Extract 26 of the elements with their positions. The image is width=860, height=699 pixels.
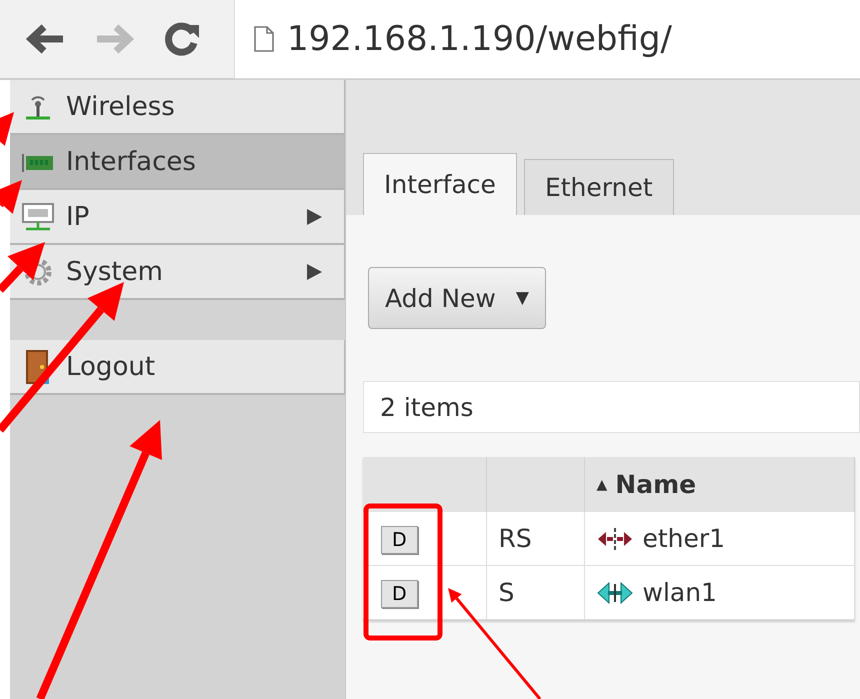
tab[interactable]: Interface [363, 153, 517, 215]
wireless-link-icon [596, 580, 632, 604]
add-new-button[interactable]: Add New ▼ [368, 267, 546, 329]
table-cell: wlan1 [642, 578, 717, 607]
page-icon [253, 24, 275, 52]
url-text: 192.168.1.190/webfig/ [287, 18, 672, 58]
monitor-icon [20, 202, 56, 232]
table-cell: ether1 [642, 524, 726, 553]
disable-button[interactable]: D [381, 526, 418, 554]
menu-item[interactable]: Logout [10, 340, 345, 395]
item-count: 2 items [363, 381, 860, 433]
menu-item[interactable]: Wireless [10, 80, 345, 135]
menu-item[interactable]: Interfaces [10, 135, 345, 190]
annotation-arrow [0, 112, 14, 146]
column-label: Name [615, 470, 696, 499]
menu-item[interactable]: System [10, 245, 345, 300]
table-cell: S [486, 566, 584, 620]
disable-button[interactable]: D [381, 580, 418, 608]
address-bar[interactable]: 192.168.1.190/webfig/ [234, 0, 860, 79]
annotation-arrow [0, 180, 22, 214]
tab[interactable]: Ethernet [524, 159, 674, 215]
table-cell: RS [486, 512, 584, 566]
sort-indicator: ▲ [596, 476, 608, 492]
column-header[interactable]: ▲ Name [584, 457, 854, 512]
menu-item[interactable]: IP [10, 190, 345, 245]
ethernet-icon [596, 526, 632, 550]
